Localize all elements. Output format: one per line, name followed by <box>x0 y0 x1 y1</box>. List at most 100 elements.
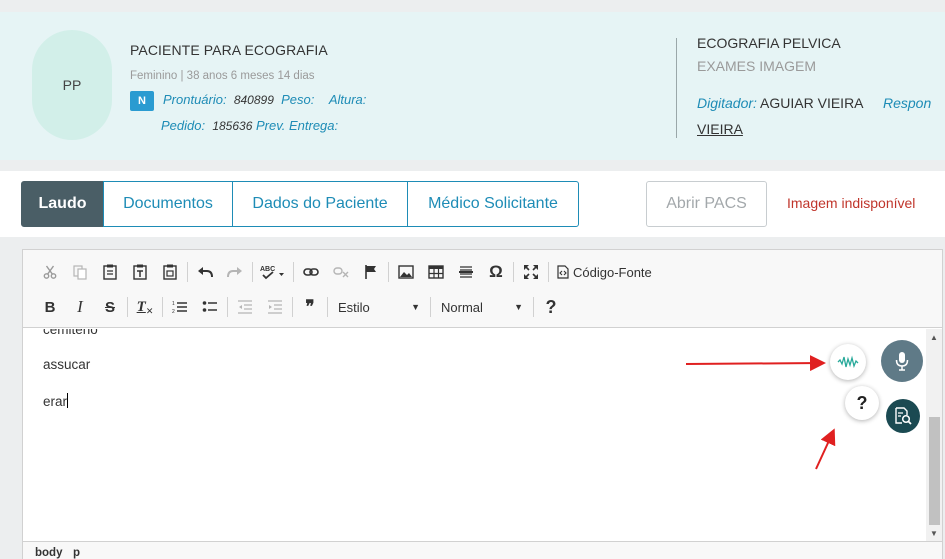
toolbar-separator <box>127 297 128 317</box>
patient-meta-row-1: Prontuário: 840899 Peso: Altura: <box>163 92 366 107</box>
toolbar-separator <box>187 262 188 282</box>
editor-content[interactable]: cemitério assucar erar <box>23 329 925 541</box>
svg-text:1: 1 <box>172 301 175 307</box>
open-pacs-button[interactable]: Abrir PACS <box>646 181 767 227</box>
outdent-icon[interactable] <box>230 294 260 320</box>
tab-documentos[interactable]: Documentos <box>103 181 233 227</box>
toolbar-separator <box>548 262 549 282</box>
blockquote-icon[interactable]: ❞ <box>295 294 325 320</box>
prev-entrega-label: Prev. Entrega: <box>256 118 339 133</box>
editor-toolbar: ABC Ω Código-Fonte B I S T ✕ 1 2 ❞ Estil… <box>23 250 942 328</box>
toolbar-separator <box>162 297 163 317</box>
table-icon[interactable] <box>421 259 451 285</box>
source-button[interactable]: Código-Fonte <box>551 259 658 285</box>
tab-medico-solicitante[interactable]: Médico Solicitante <box>407 181 579 227</box>
indent-icon[interactable] <box>260 294 290 320</box>
remove-format-button[interactable]: T ✕ <box>130 294 160 320</box>
chevron-down-icon: ▼ <box>411 302 420 312</box>
prontuario-value: 840899 <box>233 93 274 107</box>
microphone-button[interactable] <box>881 340 923 382</box>
tab-laudo[interactable]: Laudo <box>21 181 104 227</box>
editor-line: assucar <box>43 357 91 372</box>
exam-subtitle: EXAMES IMAGEM <box>697 58 817 74</box>
patient-name: PACIENTE PARA ECOGRAFIA <box>130 42 328 58</box>
dictation-wave-button[interactable] <box>830 344 866 380</box>
digitador-row: Digitador: AGUIAR VIEIRA Respon <box>697 95 931 111</box>
altura-label: Altura: <box>328 92 367 107</box>
format-combo[interactable]: Normal ▼ <box>433 295 531 319</box>
strike-button[interactable]: S <box>95 294 125 320</box>
prontuario-label: Prontuário: <box>163 92 227 107</box>
format-combo-label: Normal <box>441 299 483 315</box>
scroll-down-icon[interactable]: ▼ <box>926 525 942 541</box>
patient-info: Feminino | 38 anos 6 meses 14 dias <box>130 70 315 82</box>
image-status: Imagem indisponível <box>787 195 916 211</box>
paste-icon[interactable] <box>95 259 125 285</box>
report-editor: ABC Ω Código-Fonte B I S T ✕ 1 2 ❞ Estil… <box>22 249 943 559</box>
paste-text-icon[interactable] <box>125 259 155 285</box>
responsavel-value[interactable]: VIEIRA <box>697 121 743 137</box>
element-path-p[interactable]: p <box>73 547 80 559</box>
text-caret <box>67 393 69 408</box>
patient-meta-row-2: Pedido: 185636 Prev. Entrega: <box>161 118 338 133</box>
tab-dados-paciente[interactable]: Dados do Paciente <box>232 181 408 227</box>
pedido-value: 185636 <box>212 119 253 133</box>
toolbar-row-2: B I S T ✕ 12 ❞ Estilo ▼ Normal ▼ ? <box>35 294 566 320</box>
help-floating-button[interactable]: ? <box>845 386 879 420</box>
spellcheck-icon[interactable]: ABC <box>255 259 291 285</box>
document-search-icon <box>895 407 912 425</box>
link-icon[interactable] <box>296 259 326 285</box>
editor-statusbar: body p <box>23 541 942 559</box>
editor-line-text: erar <box>43 394 68 409</box>
pedido-label: Pedido: <box>161 118 206 133</box>
toolbar-separator <box>388 262 389 282</box>
source-label: Código-Fonte <box>573 264 652 280</box>
style-combo-label: Estilo <box>338 299 370 315</box>
redo-icon[interactable] <box>220 259 250 285</box>
editor-scrollbar[interactable]: ▲ ▼ <box>926 329 942 541</box>
italic-button[interactable]: I <box>65 294 95 320</box>
toolbar-separator <box>327 297 328 317</box>
bold-button[interactable]: B <box>35 294 65 320</box>
tabs-bar: Laudo Documentos Dados do Paciente Médic… <box>0 171 945 237</box>
status-badge: N <box>130 91 154 111</box>
copy-icon[interactable] <box>65 259 95 285</box>
scroll-up-icon[interactable]: ▲ <box>926 329 942 345</box>
source-icon <box>557 265 569 279</box>
image-icon[interactable] <box>391 259 421 285</box>
chevron-down-icon: ▼ <box>514 302 523 312</box>
numbered-list-icon[interactable]: 12 <box>165 294 195 320</box>
header-divider <box>676 38 677 138</box>
soundwave-icon <box>837 355 859 369</box>
scrollbar-thumb[interactable] <box>929 417 940 525</box>
toolbar-separator <box>252 262 253 282</box>
remove-format-label: T <box>136 298 146 315</box>
unlink-icon[interactable] <box>326 259 356 285</box>
toolbar-separator <box>513 262 514 282</box>
anchor-flag-icon[interactable] <box>356 259 386 285</box>
paste-word-icon[interactable] <box>155 259 185 285</box>
document-search-button[interactable] <box>886 399 920 433</box>
cut-icon[interactable] <box>35 259 65 285</box>
remove-format-x-icon: ✕ <box>145 305 154 316</box>
responsavel-label: Respon <box>882 95 932 111</box>
special-char-icon[interactable]: Ω <box>481 259 511 285</box>
element-path-body[interactable]: body <box>35 547 62 559</box>
patient-header: PP PACIENTE PARA ECOGRAFIA Feminino | 38… <box>0 12 945 160</box>
bullet-list-icon[interactable] <box>195 294 225 320</box>
editor-line-current: erar <box>43 393 69 409</box>
maximize-icon[interactable] <box>516 259 546 285</box>
undo-icon[interactable] <box>190 259 220 285</box>
toolbar-row-1: ABC Ω Código-Fonte <box>35 259 658 285</box>
style-combo[interactable]: Estilo ▼ <box>330 295 428 319</box>
peso-label: Peso: <box>281 92 315 107</box>
editor-line: cemitério <box>43 329 98 337</box>
svg-text:2: 2 <box>172 309 175 314</box>
help-button[interactable]: ? <box>536 294 566 320</box>
horizontal-rule-icon[interactable] <box>451 259 481 285</box>
toolbar-separator <box>533 297 534 317</box>
toolbar-separator <box>293 262 294 282</box>
toolbar-separator <box>430 297 431 317</box>
toolbar-separator <box>227 297 228 317</box>
avatar: PP <box>32 30 112 140</box>
